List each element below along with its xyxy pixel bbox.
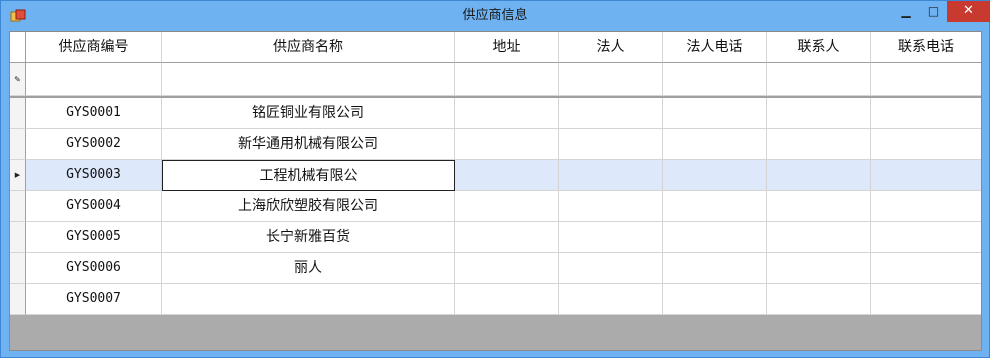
new-row-cell[interactable] (26, 63, 162, 96)
table-cell[interactable] (559, 284, 663, 315)
table-cell[interactable] (455, 98, 559, 129)
supplier-window: 供应商信息 ▁ □ ✕ 供应商编号 供应商名称 地址 法人 法人电话 联系人 联系电话 ✎ GY… (0, 0, 990, 358)
table-cell[interactable] (455, 160, 559, 191)
row-header[interactable] (10, 129, 26, 160)
maximize-button[interactable]: □ (920, 1, 947, 22)
supplier-name-cell[interactable]: 工程机械有限公 (162, 160, 455, 191)
new-row-cell[interactable] (663, 63, 767, 96)
table-cell[interactable] (663, 284, 767, 315)
supplier-name-cell[interactable]: 新华通用机械有限公司 (162, 129, 455, 160)
title-bar[interactable]: 供应商信息 ▁ □ ✕ (1, 1, 990, 31)
table-cell[interactable] (871, 222, 981, 253)
table-cell[interactable] (871, 253, 981, 284)
table-cell[interactable] (559, 160, 663, 191)
row-header[interactable]: ▶ (10, 160, 26, 191)
supplier-name-cell[interactable] (162, 284, 455, 315)
table-cell[interactable] (559, 191, 663, 222)
row-header[interactable] (10, 222, 26, 253)
supplier-code-cell[interactable]: GYS0002 (26, 129, 162, 160)
supplier-name-cell[interactable]: 长宁新雅百货 (162, 222, 455, 253)
supplier-name-cell[interactable]: 丽人 (162, 253, 455, 284)
table-cell[interactable] (455, 284, 559, 315)
new-row-cell[interactable] (455, 63, 559, 96)
new-row-cell[interactable] (871, 63, 981, 96)
supplier-code-cell[interactable]: GYS0007 (26, 284, 162, 315)
supplier-code-cell[interactable]: GYS0004 (26, 191, 162, 222)
table-cell[interactable] (663, 98, 767, 129)
row-header[interactable] (10, 98, 26, 129)
close-button[interactable]: ✕ (947, 1, 990, 22)
row-header[interactable] (10, 191, 26, 222)
table-cell[interactable] (871, 160, 981, 191)
table-cell[interactable] (871, 98, 981, 129)
table-cell[interactable] (767, 98, 871, 129)
new-row-cell[interactable] (559, 63, 663, 96)
table-cell[interactable] (663, 222, 767, 253)
supplier-code-cell[interactable]: GYS0001 (26, 98, 162, 129)
corner-header[interactable] (10, 32, 26, 63)
minimize-button[interactable]: ▁ (892, 1, 920, 22)
table-cell[interactable] (871, 284, 981, 315)
new-row-marker[interactable]: ✎ (10, 63, 26, 96)
column-header[interactable]: 法人电话 (663, 32, 767, 63)
column-header[interactable]: 供应商编号 (26, 32, 162, 63)
row-header[interactable] (10, 284, 26, 315)
supplier-code-cell[interactable]: GYS0003 (26, 160, 162, 191)
data-grid[interactable]: 供应商编号 供应商名称 地址 法人 法人电话 联系人 联系电话 ✎ GYS0001 铭匠铜业有限公… (9, 31, 982, 351)
table-cell[interactable] (559, 253, 663, 284)
table-cell[interactable] (767, 191, 871, 222)
table-cell[interactable] (767, 284, 871, 315)
table-cell[interactable] (767, 222, 871, 253)
table-cell[interactable] (767, 160, 871, 191)
column-header[interactable]: 法人 (559, 32, 663, 63)
supplier-code-cell[interactable]: GYS0005 (26, 222, 162, 253)
supplier-code-cell[interactable]: GYS0006 (26, 253, 162, 284)
table-cell[interactable] (767, 253, 871, 284)
table-cell[interactable] (663, 191, 767, 222)
table-cell[interactable] (455, 253, 559, 284)
column-header[interactable]: 联系人 (767, 32, 871, 63)
column-header[interactable]: 地址 (455, 32, 559, 63)
window-title: 供应商信息 (462, 8, 528, 23)
table-cell[interactable] (871, 191, 981, 222)
table-cell[interactable] (455, 222, 559, 253)
table-cell[interactable] (455, 191, 559, 222)
table-cell[interactable] (871, 129, 981, 160)
table-cell[interactable] (455, 129, 559, 160)
table-cell[interactable] (559, 98, 663, 129)
table-cell[interactable] (559, 222, 663, 253)
supplier-name-cell[interactable]: 上海欣欣塑胶有限公司 (162, 191, 455, 222)
table-cell[interactable] (767, 129, 871, 160)
new-row-cell[interactable] (162, 63, 455, 96)
table-cell[interactable] (663, 129, 767, 160)
new-row-cell[interactable] (767, 63, 871, 96)
table-cell[interactable] (663, 160, 767, 191)
column-header[interactable]: 供应商名称 (162, 32, 455, 63)
column-header[interactable]: 联系电话 (871, 32, 981, 63)
table-cell[interactable] (559, 129, 663, 160)
row-header[interactable] (10, 253, 26, 284)
table-cell[interactable] (663, 253, 767, 284)
supplier-name-cell[interactable]: 铭匠铜业有限公司 (162, 98, 455, 129)
